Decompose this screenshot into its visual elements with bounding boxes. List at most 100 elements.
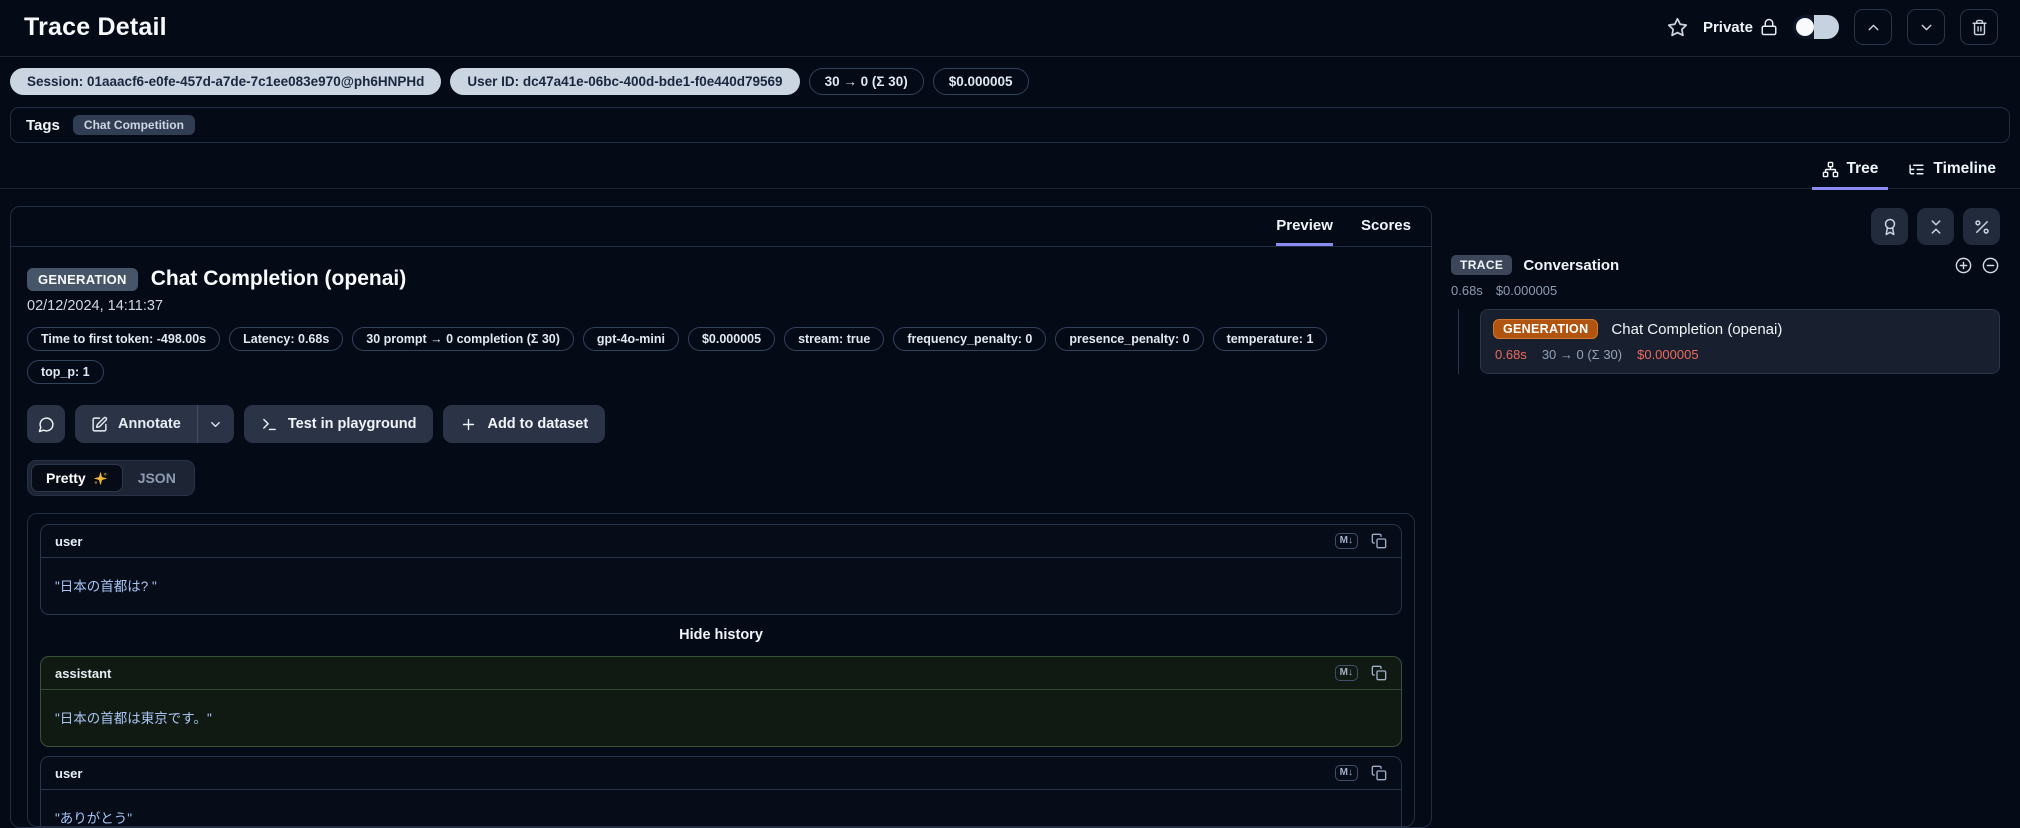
metrics-toggle-button[interactable] — [1963, 208, 2000, 245]
privacy-label: Private — [1702, 18, 1753, 36]
bookmark-star-icon[interactable] — [1667, 17, 1688, 38]
award-icon — [1884, 218, 1895, 235]
tag-chip[interactable]: Chat Competition — [72, 115, 195, 135]
collapse-all-icon[interactable] — [1981, 256, 2000, 275]
tab-tree[interactable]: Tree — [1811, 156, 1889, 190]
io-preview: user M↓ "日本の首都は? " Hide history assistan… — [27, 513, 1415, 827]
meta-badges-row: Session: 01aaacf6-e0fe-457d-a7de-7c1ee08… — [0, 57, 2020, 99]
trace-cost: $0.000005 — [1495, 283, 1558, 298]
chevron-down-icon — [211, 421, 221, 427]
message-header: assistant M↓ — [41, 657, 1401, 690]
delete-trace-button[interactable] — [1960, 9, 1998, 45]
total-cost-badge: $0.000005 — [932, 68, 1029, 95]
message-role: user — [55, 765, 83, 781]
page-title: Trace Detail — [24, 12, 167, 41]
metric-badge-frequency-penalty: frequency_penalty: 0 — [893, 327, 1047, 351]
trace-tree-panel: TRACE Conversation 0.68s $0.000005 GENER… — [1440, 206, 2010, 828]
playground-button[interactable]: Test in playground — [243, 405, 434, 443]
node-header: GENERATION Chat Completion (openai) — [1493, 319, 1987, 339]
metric-badge-model[interactable]: gpt-4o-mini — [582, 327, 679, 351]
node-cost: $0.000005 — [1637, 347, 1699, 362]
node-metrics: 0.68s 30 → 0 (Σ 30) $0.000005 — [1493, 347, 1987, 362]
markdown-toggle-icon[interactable]: M↓ — [1334, 533, 1358, 549]
chevron-up-icon — [1868, 24, 1878, 30]
playground-label: Test in playground — [287, 416, 417, 432]
message-card-assistant: assistant M↓ "日本の首都は東京です。" — [40, 656, 1402, 747]
message-tools: M↓ — [1334, 533, 1387, 549]
next-trace-button[interactable] — [1907, 9, 1945, 45]
session-badge[interactable]: Session: 01aaacf6-e0fe-457d-a7de-7c1ee08… — [10, 68, 442, 95]
view-tabs: Tree Timeline — [0, 143, 2020, 190]
message-role: assistant — [55, 665, 112, 681]
tab-timeline[interactable]: Timeline — [1898, 156, 2006, 190]
copy-icon[interactable] — [1371, 765, 1387, 781]
comment-bubble-icon — [38, 416, 54, 432]
message-header: user M↓ — [41, 525, 1401, 558]
message-card-user-1: user M↓ "日本の首都は? " — [40, 524, 1402, 615]
metric-badge-latency: Latency: 0.68s — [229, 327, 344, 351]
observation-panel: Preview Scores GENERATION Chat Completio… — [10, 206, 1432, 828]
markdown-toggle-icon[interactable]: M↓ — [1334, 765, 1358, 781]
percent-icon — [1974, 219, 1989, 234]
public-toggle[interactable] — [1793, 15, 1839, 39]
tree-node-generation[interactable]: GENERATION Chat Completion (openai) 0.68… — [1480, 309, 2000, 374]
metric-badge-stream: stream: true — [784, 327, 885, 351]
toggle-thumb — [1796, 18, 1814, 36]
tags-label: Tags — [26, 116, 60, 134]
node-type-badge: GENERATION — [1493, 319, 1599, 339]
node-latency: 0.68s — [1495, 347, 1527, 362]
sparkles-icon — [93, 471, 107, 485]
markdown-toggle-icon[interactable]: M↓ — [1334, 665, 1358, 681]
annotate-button[interactable]: Annotate — [75, 405, 234, 443]
prev-trace-button[interactable] — [1854, 9, 1892, 45]
expand-all-icon[interactable] — [1954, 256, 1973, 275]
metric-badge-cost: $0.000005 — [687, 327, 776, 351]
tree-node-wrap: GENERATION Chat Completion (openai) 0.68… — [1446, 309, 2000, 374]
trace-root-row[interactable]: TRACE Conversation — [1446, 255, 2000, 275]
trace-expand-controls — [1954, 256, 2000, 275]
tab-preview[interactable]: Preview — [1276, 207, 1333, 246]
annotate-dropdown-button[interactable] — [196, 405, 234, 443]
token-usage-badge: 30 → 0 (Σ 30) — [808, 68, 924, 95]
panel-tabs: Preview Scores — [11, 207, 1431, 247]
add-to-dataset-label: Add to dataset — [487, 416, 589, 432]
message-card-user-2: user M↓ "ありがとう" — [40, 756, 1402, 826]
tab-json[interactable]: JSON — [123, 464, 191, 492]
tree-controls — [1446, 206, 2000, 245]
actions-row: Annotate Test in playground Add to datas… — [27, 405, 1415, 443]
add-to-dataset-button[interactable]: Add to dataset — [443, 405, 606, 443]
scores-toggle-button[interactable] — [1871, 208, 1908, 245]
tab-pretty[interactable]: Pretty — [31, 464, 123, 492]
trace-title: Conversation — [1523, 256, 1620, 274]
message-content: "ありがとう" — [55, 811, 133, 826]
message-role: user — [55, 533, 83, 549]
collapse-all-button[interactable] — [1917, 208, 1954, 245]
annotate-main[interactable]: Annotate — [75, 405, 197, 443]
metric-badge-ttft: Time to first token: -498.00s — [27, 327, 221, 351]
privacy-control: Private — [1703, 18, 1778, 36]
copy-icon[interactable] — [1371, 665, 1387, 681]
comments-button[interactable] — [27, 405, 65, 443]
panel-body: GENERATION Chat Completion (openai) 02/1… — [11, 247, 1431, 827]
copy-icon[interactable] — [1371, 533, 1387, 549]
lock-icon — [1760, 18, 1778, 36]
pen-icon — [92, 416, 108, 432]
terminal-icon — [262, 418, 276, 430]
hide-history-button[interactable]: Hide history — [40, 615, 1402, 656]
observation-timestamp: 02/12/2024, 14:11:37 — [27, 298, 163, 314]
user-id-badge[interactable]: User ID: dc47a41e-06bc-400d-bde1-f0e440d… — [450, 68, 800, 95]
metric-badge-tokens: 30 prompt → 0 completion (Σ 30) — [352, 327, 574, 351]
indent-guide — [1458, 309, 1459, 374]
tab-tree-label: Tree — [1846, 160, 1879, 177]
message-content: "日本の首都は東京です。" — [55, 711, 212, 726]
message-tools: M↓ — [1334, 765, 1387, 781]
node-tokens: 30 → 0 (Σ 30) — [1541, 347, 1623, 362]
tab-pretty-label: Pretty — [46, 470, 86, 486]
topbar: Trace Detail Private — [0, 0, 2020, 57]
annotate-label: Annotate — [118, 416, 181, 432]
metric-badge-temperature: temperature: 1 — [1212, 327, 1328, 351]
node-title: Chat Completion (openai) — [1611, 320, 1783, 338]
observation-header: GENERATION Chat Completion (openai) — [27, 267, 1415, 291]
tab-scores[interactable]: Scores — [1361, 207, 1411, 246]
timeline-icon — [1908, 161, 1925, 178]
